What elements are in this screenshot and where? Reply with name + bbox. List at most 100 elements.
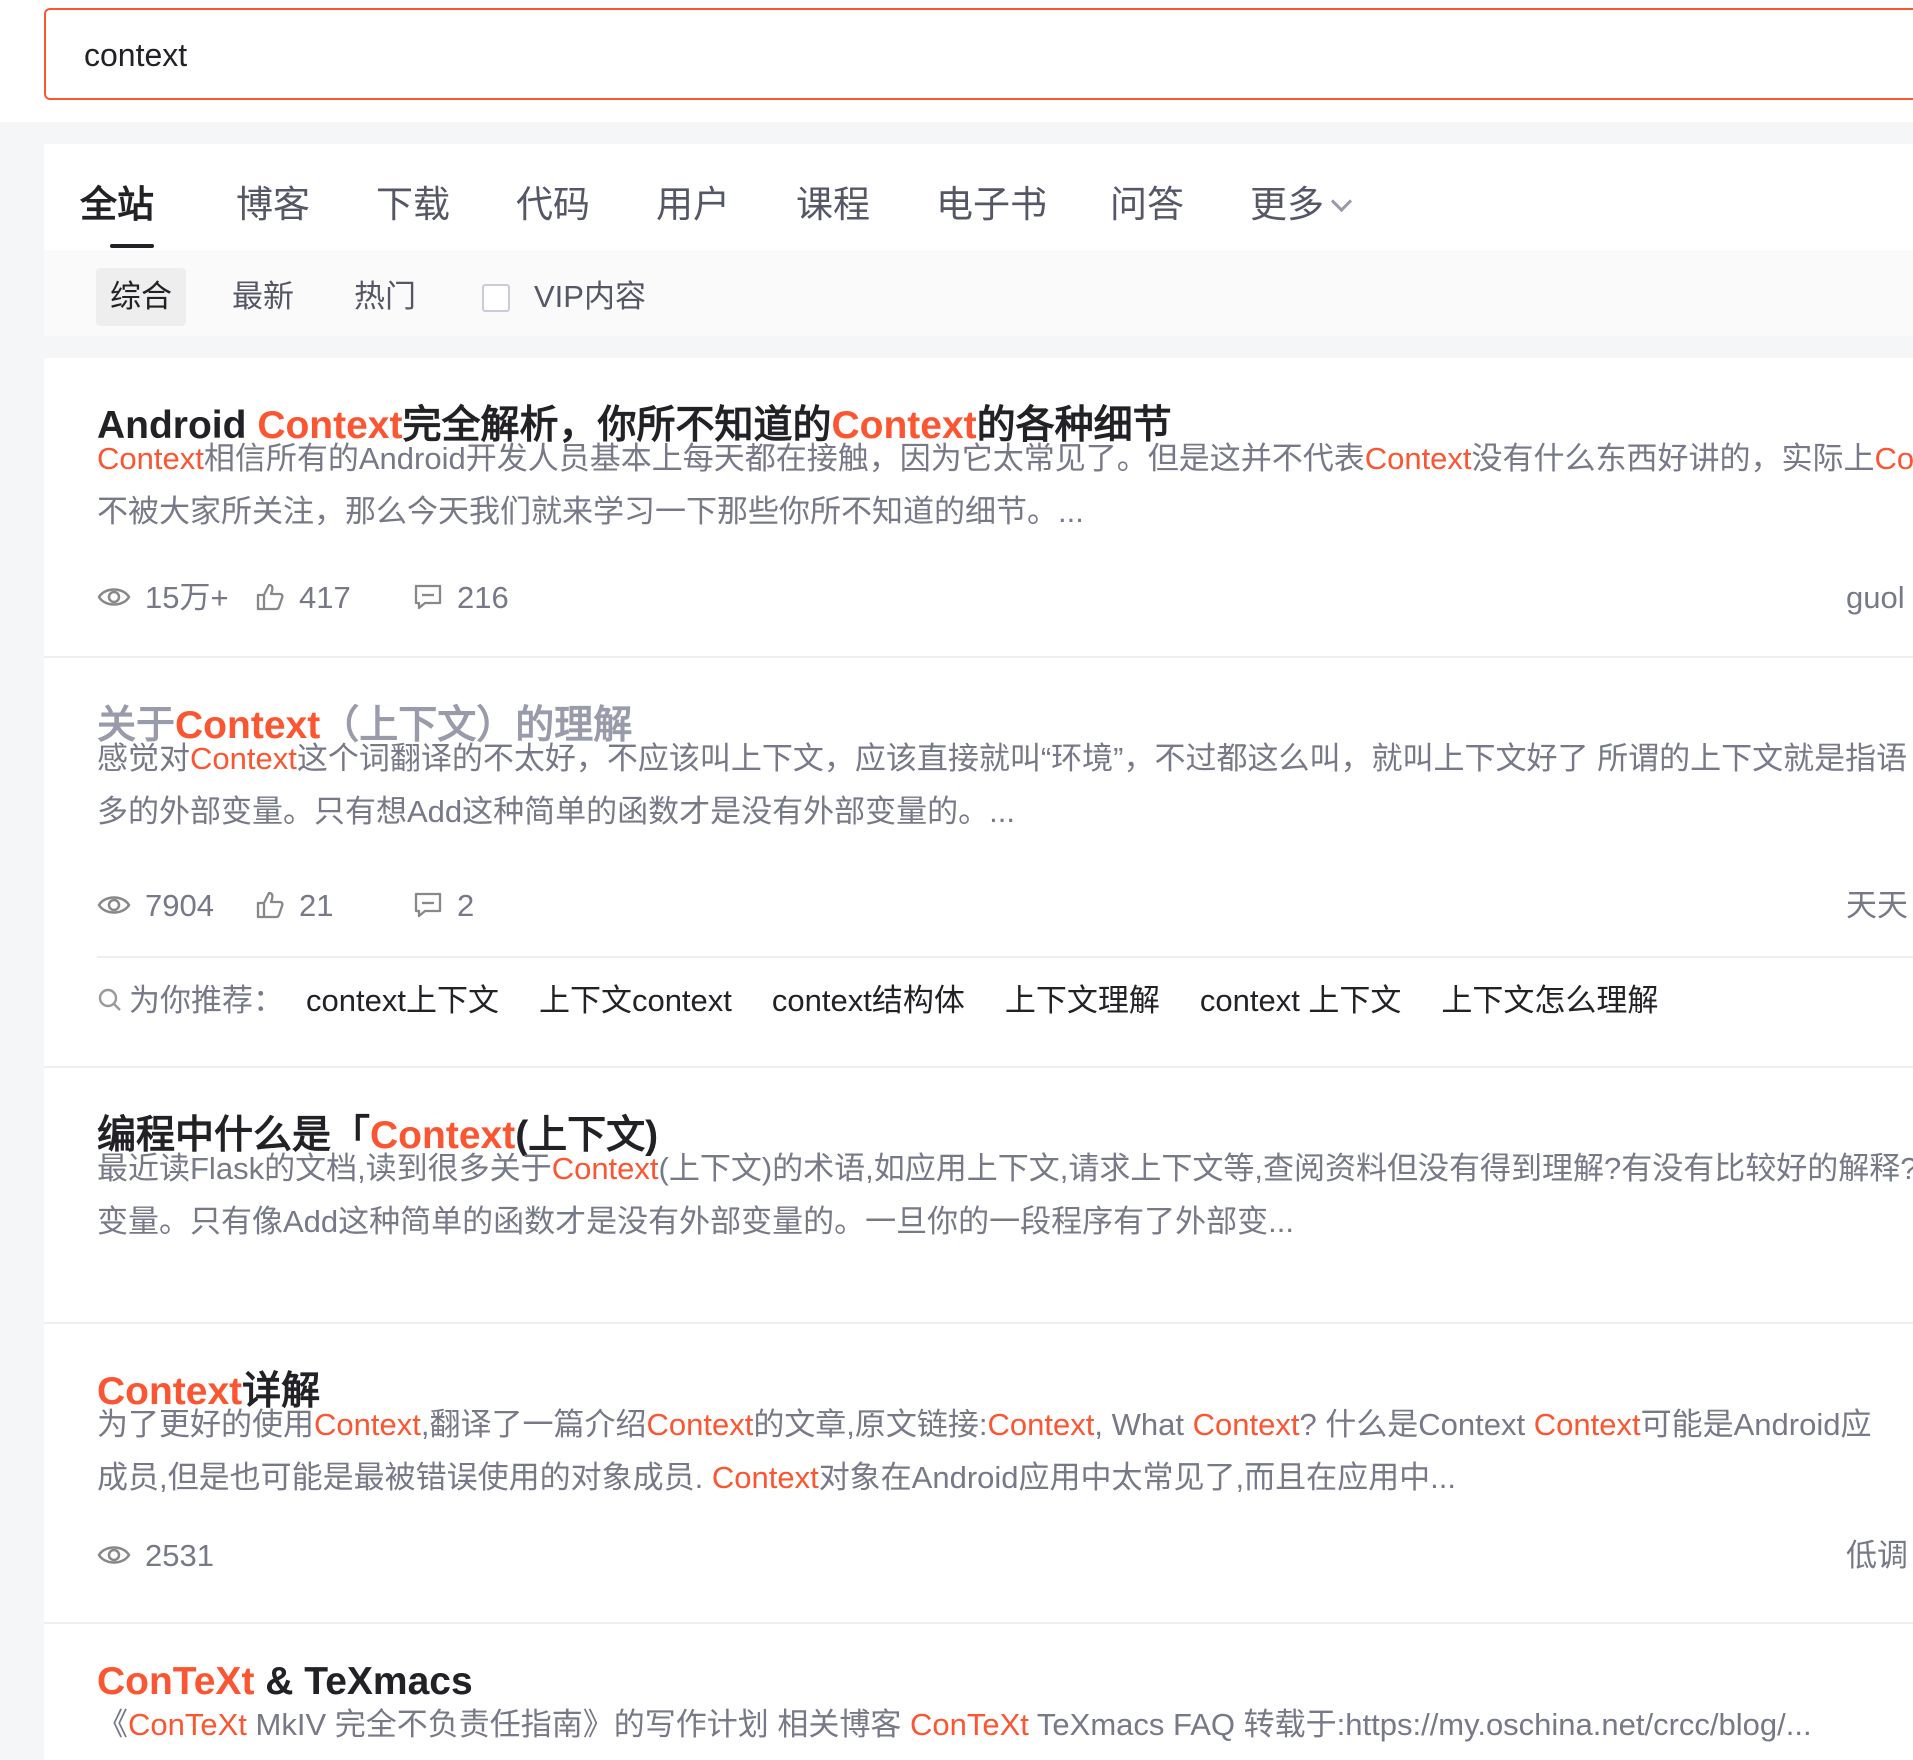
author-name[interactable]: 低调 xyxy=(1846,1534,1908,1578)
desc-text: 为了更好的使用 xyxy=(97,1407,314,1442)
tab-qa[interactable]: 问答 xyxy=(1110,174,1184,228)
desc-text: ? 什么是Context xyxy=(1299,1407,1534,1442)
desc-text: 这个词翻译的不太好，不应该叫上下文，应该直接就叫“环境”，不过都这么叫，就叫上下… xyxy=(296,741,1908,776)
search-icon xyxy=(98,988,121,1011)
recommend-link[interactable]: context 上下文 xyxy=(1200,983,1402,1018)
desc-text: 最近读Flask的文档,读到很多关于 xyxy=(97,1151,552,1186)
result-description: 《ConTeXt MkIV 完全不负责任指南》的写作计划 相关博客 ConTeX… xyxy=(97,1698,1913,1751)
vip-label[interactable]: VIP内容 xyxy=(534,268,646,326)
title-highlight: ConTeXt xyxy=(97,1660,255,1703)
view-count: 15万+ xyxy=(97,576,229,620)
desc-highlight: Context xyxy=(711,1460,819,1495)
desc-line: Context相信所有的Android开发人员基本上每天都在接触，因为它太常见了… xyxy=(97,432,1913,485)
result-description: 感觉对Context这个词翻译的不太好，不应该叫上下文，应该直接就叫“环境”，不… xyxy=(97,732,1913,838)
result-item: 编程中什么是「Context(上下文) 最近读Flask的文档,读到很多关于Co… xyxy=(44,1068,1913,1324)
search-category-panel: 全站 博客 下载 代码 用户 课程 电子书 问答 更多 综合 最新 热门 VIP… xyxy=(44,144,1913,336)
result-item: ConTeXt & TeXmacs 《ConTeXt MkIV 完全不负责任指南… xyxy=(44,1624,1913,1760)
comment-count[interactable]: 216 xyxy=(413,576,509,620)
result-item: Context详解 为了更好的使用Context,翻译了一篇介绍Context的… xyxy=(44,1324,1913,1624)
like-count[interactable]: 417 xyxy=(255,576,351,620)
desc-highlight: ConTeXt xyxy=(909,1707,1029,1742)
thumbs-up-icon xyxy=(256,583,284,610)
desc-text: 成员,但是也可能是最被错误使用的对象成员. xyxy=(97,1460,712,1495)
desc-highlight: Context xyxy=(1192,1407,1300,1442)
view-count-value: 7904 xyxy=(145,888,214,923)
desc-highlight: Context xyxy=(314,1407,421,1442)
desc-highlight: ConTeXt xyxy=(128,1707,247,1742)
author-name[interactable]: guol xyxy=(1846,576,1905,620)
comment-count-value: 216 xyxy=(457,580,509,615)
active-tab-indicator xyxy=(110,244,154,248)
result-description: 为了更好的使用Context,翻译了一篇介绍Context的文章,原文链接:Co… xyxy=(97,1398,1913,1504)
view-count: 2531 xyxy=(97,1534,214,1578)
comment-count-value: 2 xyxy=(457,888,475,923)
eye-icon xyxy=(97,896,131,914)
desc-text: 的文章,原文链接: xyxy=(753,1407,988,1442)
desc-highlight: Context xyxy=(646,1407,754,1442)
comment-icon xyxy=(414,584,442,609)
desc-highlight: Context xyxy=(1364,441,1472,476)
desc-highlight: Context xyxy=(190,741,297,776)
category-tabs: 全站 博客 下载 代码 用户 课程 电子书 问答 更多 xyxy=(44,144,1913,250)
vip-checkbox[interactable] xyxy=(482,284,510,312)
desc-highlight: Context xyxy=(551,1151,659,1186)
result-item: Android Context完全解析，你所不知道的Context的各种细节 C… xyxy=(44,358,1913,658)
search-input[interactable] xyxy=(82,10,1886,100)
tab-users[interactable]: 用户 xyxy=(656,174,730,228)
comment-count[interactable]: 2 xyxy=(413,884,474,928)
desc-text: (上下文)的术语,如应用上下文,请求上下文等,查阅资料但没有得到理解?有没有比较… xyxy=(658,1151,1913,1186)
tab-blog[interactable]: 博客 xyxy=(236,174,310,228)
desc-text: 对象在Android应用中太常见了,而且在应用中... xyxy=(818,1460,1456,1495)
desc-line: 《ConTeXt MkIV 完全不负责任指南》的写作计划 相关博客 ConTeX… xyxy=(97,1698,1913,1751)
desc-text: 相信所有的Android开发人员基本上每天都在接触，因为它太常见了。但是这并不代… xyxy=(203,441,1365,476)
tab-ebooks[interactable]: 电子书 xyxy=(936,174,1047,228)
eye-icon xyxy=(97,1546,131,1564)
recommend-link[interactable]: context上下文 xyxy=(306,983,499,1018)
desc-text: 没有什么东西好讲的，实际上 xyxy=(1471,441,1875,476)
desc-text: ,翻译了一篇介绍 xyxy=(420,1407,647,1442)
recommend-bar: 为你推荐： context上下文 上下文context context结构体 上下文理解… xyxy=(97,956,1913,1044)
filter-comprehensive[interactable]: 综合 xyxy=(96,268,186,326)
desc-line: 感觉对Context这个词翻译的不太好，不应该叫上下文，应该直接就叫“环境”，不… xyxy=(97,732,1913,785)
recommend-label: 为你推荐： xyxy=(129,983,284,1018)
view-count: 7904 xyxy=(97,884,214,928)
result-description: 最近读Flask的文档,读到很多关于Context(上下文)的术语,如应用上下文… xyxy=(97,1142,1913,1248)
desc-line: 成员,但是也可能是最被错误使用的对象成员. Context对象在Android应… xyxy=(97,1451,1913,1504)
desc-highlight: Context xyxy=(987,1407,1095,1442)
desc-text: 《 xyxy=(97,1707,128,1742)
chevron-down-icon xyxy=(1330,190,1353,213)
desc-highlight: Context xyxy=(1533,1407,1641,1442)
desc-text: 感觉对 xyxy=(97,741,190,776)
filter-bar: 综合 最新 热门 VIP内容 xyxy=(44,250,1913,336)
recommend-link[interactable]: 上下文context xyxy=(539,983,732,1018)
recommend-link[interactable]: 上下文理解 xyxy=(1005,983,1160,1018)
search-results: Android Context完全解析，你所不知道的Context的各种细节 C… xyxy=(44,358,1913,1760)
desc-line: 多的外部变量。只有想Add这种简单的函数才是没有外部变量的。... xyxy=(97,794,1015,829)
desc-text: , What xyxy=(1094,1407,1193,1442)
desc-line: 变量。只有像Add这种简单的函数才是没有外部变量的。一旦你的一段程序有了外部变.… xyxy=(97,1204,1294,1239)
search-box[interactable] xyxy=(44,8,1913,100)
tab-code[interactable]: 代码 xyxy=(516,174,590,228)
author-name[interactable]: 天天 xyxy=(1846,884,1908,928)
desc-line: 最近读Flask的文档,读到很多关于Context(上下文)的术语,如应用上下文… xyxy=(97,1142,1913,1195)
desc-text: 可能是Android应 xyxy=(1640,1407,1872,1442)
recommend-link[interactable]: 上下文怎么理解 xyxy=(1441,983,1658,1018)
desc-line: 为了更好的使用Context,翻译了一篇介绍Context的文章,原文链接:Co… xyxy=(97,1398,1913,1451)
eye-icon xyxy=(97,588,131,606)
filter-hot[interactable]: 热门 xyxy=(340,268,430,326)
result-item: 关于Context（上下文）的理解 感觉对Context这个词翻译的不太好，不应… xyxy=(44,658,1913,1068)
filter-latest[interactable]: 最新 xyxy=(218,268,308,326)
title-text: & TeXmacs xyxy=(254,1660,473,1703)
like-count-value: 417 xyxy=(299,580,351,615)
desc-highlight: Co xyxy=(1874,441,1913,476)
tab-courses[interactable]: 课程 xyxy=(796,174,870,228)
tab-more[interactable]: 更多 xyxy=(1250,174,1353,228)
desc-text: MkIV 完全不负责任指南》的写作计划 相关博客 xyxy=(246,1707,910,1742)
tab-download[interactable]: 下载 xyxy=(376,174,450,228)
thumbs-up-icon xyxy=(256,891,284,918)
tab-all-site[interactable]: 全站 xyxy=(80,174,154,228)
comment-icon xyxy=(414,892,442,917)
desc-line: 不被大家所关注，那么今天我们就来学习一下那些你所不知道的细节。... xyxy=(97,494,1084,529)
recommend-link[interactable]: context结构体 xyxy=(772,983,965,1018)
like-count[interactable]: 21 xyxy=(255,884,333,928)
